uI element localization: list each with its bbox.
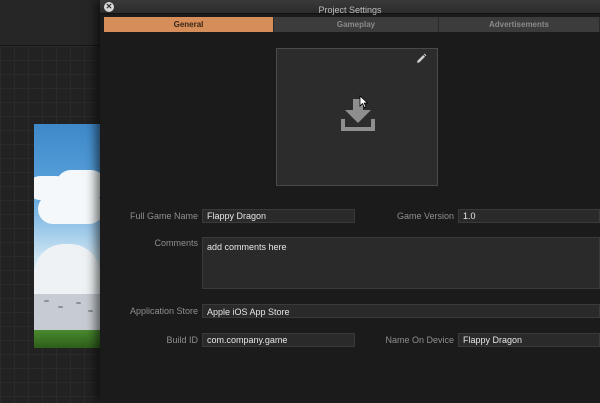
build-id-label: Build ID: [166, 335, 198, 345]
game-version-input[interactable]: [458, 209, 600, 223]
game-preview: [34, 124, 100, 348]
close-icon[interactable]: ✕: [106, 2, 113, 11]
download-icon: [341, 99, 375, 131]
cloud: [38, 194, 100, 224]
tab-advertisements[interactable]: Advertisements: [439, 17, 600, 32]
full-game-name-label: Full Game Name: [129, 211, 198, 221]
close-button[interactable]: ✕: [104, 2, 114, 12]
game-version-label: Game Version: [396, 211, 454, 221]
build-id-input[interactable]: [202, 333, 355, 347]
project-settings-dialog: ✕ Project Settings General Gameplay Adve…: [100, 0, 600, 403]
tab-general[interactable]: General: [104, 17, 274, 32]
game-icon-dropzone[interactable]: [276, 48, 438, 186]
name-on-device-label: Name On Device: [385, 335, 454, 345]
mouse-cursor-icon: [359, 95, 369, 109]
tab-bar: General Gameplay Advertisements: [104, 17, 600, 32]
comments-textarea[interactable]: add comments here: [202, 237, 600, 289]
comments-label: Comments: [154, 238, 198, 248]
pebble: [58, 306, 63, 308]
dialog-title: Project Settings: [318, 5, 382, 15]
pebble: [76, 302, 81, 304]
grass: [34, 330, 100, 348]
application-store-select[interactable]: Apple iOS App Store: [202, 304, 600, 318]
pebble: [44, 300, 49, 302]
pencil-icon[interactable]: [415, 53, 427, 65]
pebble: [88, 310, 93, 312]
application-store-label: Application Store: [129, 306, 198, 316]
full-game-name-input[interactable]: [202, 209, 355, 223]
dialog-titlebar: ✕ Project Settings: [100, 0, 600, 15]
tab-gameplay[interactable]: Gameplay: [274, 17, 439, 32]
name-on-device-input[interactable]: [458, 333, 600, 347]
